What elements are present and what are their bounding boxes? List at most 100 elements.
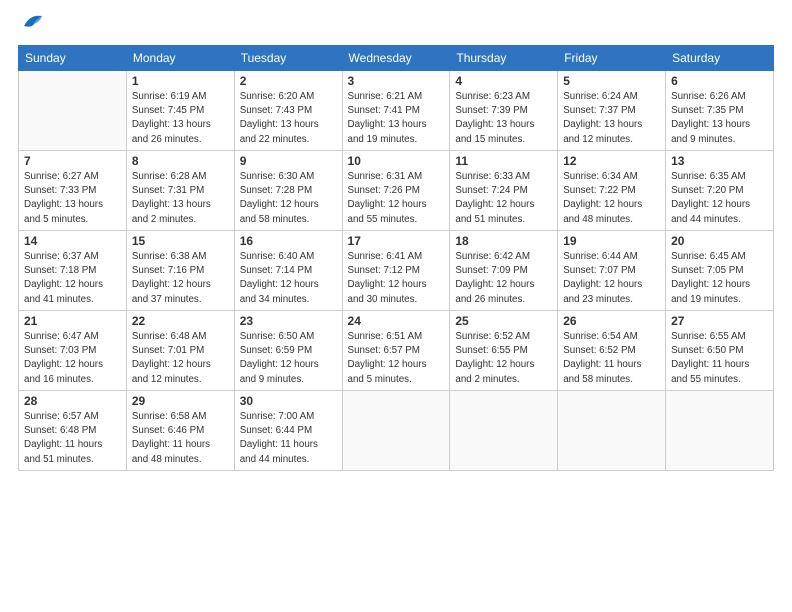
table-row: 14 Sunrise: 6:37 AM Sunset: 7:18 PM Dayli… (19, 231, 127, 311)
col-friday: Friday (558, 46, 666, 71)
day-number: 24 (348, 314, 445, 328)
calendar-week-row: 21 Sunrise: 6:47 AM Sunset: 7:03 PM Dayli… (19, 311, 774, 391)
day-info: Sunrise: 6:50 AM Sunset: 6:59 PM Dayligh… (240, 330, 337, 387)
day-info: Sunrise: 6:42 AM Sunset: 7:09 PM Dayligh… (455, 250, 552, 307)
day-number: 22 (132, 314, 229, 328)
day-info: Sunrise: 6:41 AM Sunset: 7:12 PM Dayligh… (348, 250, 445, 307)
day-info: Sunrise: 6:26 AM Sunset: 7:35 PM Dayligh… (671, 90, 768, 147)
day-info: Sunrise: 6:35 AM Sunset: 7:20 PM Dayligh… (671, 170, 768, 227)
day-number: 15 (132, 234, 229, 248)
table-row: 12 Sunrise: 6:34 AM Sunset: 7:22 PM Dayli… (558, 151, 666, 231)
calendar-table: Sunday Monday Tuesday Wednesday Thursday… (18, 45, 774, 471)
table-row: 5Sunrise: 6:24 AM Sunset: 7:37 PM Daylig… (558, 71, 666, 151)
day-number: 5 (563, 74, 660, 88)
day-info: Sunrise: 6:57 AM Sunset: 6:48 PM Dayligh… (24, 410, 121, 467)
table-row: 19 Sunrise: 6:44 AM Sunset: 7:07 PM Dayli… (558, 231, 666, 311)
table-row: 29 Sunrise: 6:58 AM Sunset: 6:46 PM Dayli… (126, 391, 234, 471)
day-info: Sunrise: 6:38 AM Sunset: 7:16 PM Dayligh… (132, 250, 229, 307)
table-row: 13 Sunrise: 6:35 AM Sunset: 7:20 PM Dayli… (666, 151, 774, 231)
logo-bird-icon (22, 12, 44, 37)
day-number: 9 (240, 154, 337, 168)
day-number: 23 (240, 314, 337, 328)
col-wednesday: Wednesday (342, 46, 450, 71)
day-number: 10 (348, 154, 445, 168)
day-number: 20 (671, 234, 768, 248)
day-info: Sunrise: 6:40 AM Sunset: 7:14 PM Dayligh… (240, 250, 337, 307)
table-row (450, 391, 558, 471)
day-info: Sunrise: 6:52 AM Sunset: 6:55 PM Dayligh… (455, 330, 552, 387)
table-row: 25 Sunrise: 6:52 AM Sunset: 6:55 PM Dayli… (450, 311, 558, 391)
table-row: 7 Sunrise: 6:27 AM Sunset: 7:33 PM Daylig… (19, 151, 127, 231)
day-info: Sunrise: 6:28 AM Sunset: 7:31 PM Dayligh… (132, 170, 229, 227)
day-number: 14 (24, 234, 121, 248)
day-number: 19 (563, 234, 660, 248)
day-number: 13 (671, 154, 768, 168)
table-row: 4 Sunrise: 6:23 AM Sunset: 7:39 PM Daylig… (450, 71, 558, 151)
table-row: 3 Sunrise: 6:21 AM Sunset: 7:41 PM Daylig… (342, 71, 450, 151)
day-info: Sunrise: 6:47 AM Sunset: 7:03 PM Dayligh… (24, 330, 121, 387)
logo (18, 18, 44, 37)
table-row (558, 391, 666, 471)
day-number: 8 (132, 154, 229, 168)
day-number: 12 (563, 154, 660, 168)
table-row: 16 Sunrise: 6:40 AM Sunset: 7:14 PM Dayli… (234, 231, 342, 311)
table-row: 28Sunrise: 6:57 AM Sunset: 6:48 PM Dayli… (19, 391, 127, 471)
calendar-week-row: 28Sunrise: 6:57 AM Sunset: 6:48 PM Dayli… (19, 391, 774, 471)
table-row: 11 Sunrise: 6:33 AM Sunset: 7:24 PM Dayli… (450, 151, 558, 231)
table-row (666, 391, 774, 471)
day-info: Sunrise: 6:54 AM Sunset: 6:52 PM Dayligh… (563, 330, 660, 387)
table-row: 22 Sunrise: 6:48 AM Sunset: 7:01 PM Dayli… (126, 311, 234, 391)
table-row: 15 Sunrise: 6:38 AM Sunset: 7:16 PM Dayli… (126, 231, 234, 311)
table-row: 23 Sunrise: 6:50 AM Sunset: 6:59 PM Dayli… (234, 311, 342, 391)
day-number: 3 (348, 74, 445, 88)
table-row (342, 391, 450, 471)
table-row: 1 Sunrise: 6:19 AM Sunset: 7:45 PM Daylig… (126, 71, 234, 151)
day-info: Sunrise: 6:27 AM Sunset: 7:33 PM Dayligh… (24, 170, 121, 227)
day-info: Sunrise: 6:37 AM Sunset: 7:18 PM Dayligh… (24, 250, 121, 307)
day-number: 7 (24, 154, 121, 168)
table-row: 18 Sunrise: 6:42 AM Sunset: 7:09 PM Dayli… (450, 231, 558, 311)
day-info: Sunrise: 6:55 AM Sunset: 6:50 PM Dayligh… (671, 330, 768, 387)
calendar-week-row: 14 Sunrise: 6:37 AM Sunset: 7:18 PM Dayli… (19, 231, 774, 311)
table-row: 8 Sunrise: 6:28 AM Sunset: 7:31 PM Daylig… (126, 151, 234, 231)
table-row (19, 71, 127, 151)
day-number: 17 (348, 234, 445, 248)
day-info: Sunrise: 6:58 AM Sunset: 6:46 PM Dayligh… (132, 410, 229, 467)
table-row: 20 Sunrise: 6:45 AM Sunset: 7:05 PM Dayli… (666, 231, 774, 311)
day-number: 29 (132, 394, 229, 408)
day-number: 25 (455, 314, 552, 328)
day-info: Sunrise: 6:34 AM Sunset: 7:22 PM Dayligh… (563, 170, 660, 227)
day-number: 6 (671, 74, 768, 88)
day-number: 18 (455, 234, 552, 248)
day-info: Sunrise: 6:19 AM Sunset: 7:45 PM Dayligh… (132, 90, 229, 147)
day-info: Sunrise: 6:30 AM Sunset: 7:28 PM Dayligh… (240, 170, 337, 227)
table-row: 17 Sunrise: 6:41 AM Sunset: 7:12 PM Dayli… (342, 231, 450, 311)
day-info: Sunrise: 6:48 AM Sunset: 7:01 PM Dayligh… (132, 330, 229, 387)
col-thursday: Thursday (450, 46, 558, 71)
table-row: 21 Sunrise: 6:47 AM Sunset: 7:03 PM Dayli… (19, 311, 127, 391)
table-row: 10Sunrise: 6:31 AM Sunset: 7:26 PM Dayli… (342, 151, 450, 231)
day-info: Sunrise: 6:33 AM Sunset: 7:24 PM Dayligh… (455, 170, 552, 227)
day-info: Sunrise: 6:51 AM Sunset: 6:57 PM Dayligh… (348, 330, 445, 387)
day-number: 1 (132, 74, 229, 88)
day-info: Sunrise: 6:21 AM Sunset: 7:41 PM Dayligh… (348, 90, 445, 147)
table-row: 6 Sunrise: 6:26 AM Sunset: 7:35 PM Daylig… (666, 71, 774, 151)
day-number: 4 (455, 74, 552, 88)
day-number: 16 (240, 234, 337, 248)
day-info: Sunrise: 6:44 AM Sunset: 7:07 PM Dayligh… (563, 250, 660, 307)
page-header (18, 18, 774, 37)
day-number: 21 (24, 314, 121, 328)
calendar-week-row: 1 Sunrise: 6:19 AM Sunset: 7:45 PM Daylig… (19, 71, 774, 151)
day-number: 30 (240, 394, 337, 408)
day-number: 2 (240, 74, 337, 88)
table-row: 26Sunrise: 6:54 AM Sunset: 6:52 PM Dayli… (558, 311, 666, 391)
day-number: 11 (455, 154, 552, 168)
day-info: Sunrise: 6:20 AM Sunset: 7:43 PM Dayligh… (240, 90, 337, 147)
day-number: 27 (671, 314, 768, 328)
col-sunday: Sunday (19, 46, 127, 71)
col-tuesday: Tuesday (234, 46, 342, 71)
col-saturday: Saturday (666, 46, 774, 71)
table-row: 27 Sunrise: 6:55 AM Sunset: 6:50 PM Dayli… (666, 311, 774, 391)
day-info: Sunrise: 6:23 AM Sunset: 7:39 PM Dayligh… (455, 90, 552, 147)
day-info: Sunrise: 6:45 AM Sunset: 7:05 PM Dayligh… (671, 250, 768, 307)
